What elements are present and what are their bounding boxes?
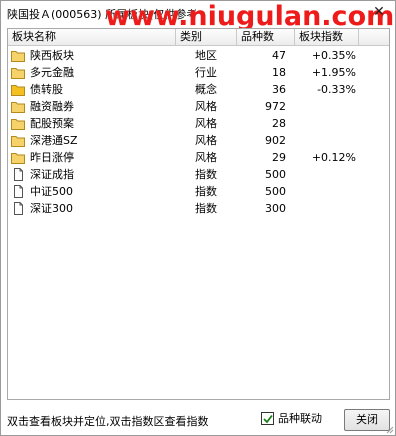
table-row[interactable]: 多元金融 行业 18 +1.95% [8, 64, 389, 81]
sector-count: 18 [272, 66, 286, 79]
folder-filled-icon [11, 83, 25, 96]
close-icon[interactable]: ✕ [371, 4, 387, 20]
sector-index [308, 115, 356, 132]
folder-icon [11, 117, 25, 130]
sector-count: 972 [265, 100, 286, 113]
table-row[interactable]: 配股预案 风格 28 [8, 115, 389, 132]
sector-name: 陕西板块 [30, 49, 74, 62]
sector-name: 深港通SZ [30, 134, 78, 147]
column-header-category[interactable]: 类别 [176, 29, 237, 46]
document-icon [11, 168, 25, 181]
sector-index: +1.95% [311, 66, 356, 79]
list-header: 板块名称 类别 品种数 板块指数 [8, 29, 389, 46]
resize-grip-icon[interactable] [384, 424, 394, 434]
sector-index [308, 98, 356, 115]
document-icon [11, 202, 25, 215]
title-bar: 陕国投Ａ(000563) 所属板块(仅供参考 www.niugulan.com … [1, 1, 395, 32]
sector-index [308, 200, 356, 217]
sector-count: 902 [265, 134, 286, 147]
sector-category: 行业 [195, 66, 217, 79]
sector-name: 多元金融 [30, 66, 74, 79]
sector-index [308, 183, 356, 200]
sector-count: 28 [272, 117, 286, 130]
table-row[interactable]: 融资融券 风格 972 [8, 98, 389, 115]
table-row[interactable]: 中证500 指数 500 [8, 183, 389, 200]
hint-text: 双击查看板块并定位,双击指数区查看指数 [7, 415, 209, 428]
sector-count: 300 [265, 202, 286, 215]
document-icon [11, 185, 25, 198]
sector-category: 概念 [195, 83, 217, 96]
sector-category: 指数 [195, 185, 217, 198]
sector-category: 地区 [195, 49, 217, 62]
sector-category: 风格 [195, 151, 217, 164]
folder-icon [11, 66, 25, 79]
checkmark-icon [263, 414, 273, 424]
column-header-name[interactable]: 板块名称 [8, 29, 176, 46]
sector-name: 配股预案 [30, 117, 74, 130]
sector-name: 融资融券 [30, 100, 74, 113]
sector-list[interactable]: 板块名称 类别 品种数 板块指数 陕西板块 地区 47 +0.35% 多元金融 行业 18 +… [7, 28, 390, 400]
sector-name: 深证300 [30, 202, 73, 215]
sector-count: 29 [272, 151, 286, 164]
sector-index: -0.33% [317, 83, 356, 96]
table-row[interactable]: 债转股 概念 36 -0.33% [8, 81, 389, 98]
sector-category: 风格 [195, 100, 217, 113]
sector-category: 指数 [195, 168, 217, 181]
column-header-index[interactable]: 板块指数 [295, 29, 359, 46]
sector-index: +0.12% [311, 151, 356, 164]
sector-category: 风格 [195, 134, 217, 147]
table-row[interactable]: 深证300 指数 300 [8, 200, 389, 217]
table-row[interactable]: 深港通SZ 风格 902 [8, 132, 389, 149]
folder-icon [11, 49, 25, 62]
sector-name: 债转股 [30, 83, 63, 96]
linkage-checkbox[interactable] [261, 412, 274, 425]
table-row[interactable]: 深证成指 指数 500 [8, 166, 389, 183]
sector-index: +0.35% [311, 49, 356, 62]
sector-count: 47 [272, 49, 286, 62]
table-row[interactable]: 昨日涨停 风格 29 +0.12% [8, 149, 389, 166]
table-row[interactable]: 陕西板块 地区 47 +0.35% [8, 47, 389, 64]
sector-count: 500 [265, 185, 286, 198]
folder-icon [11, 151, 25, 164]
folder-icon [11, 100, 25, 113]
sector-count: 500 [265, 168, 286, 181]
folder-icon [11, 134, 25, 147]
sector-name: 中证500 [30, 185, 73, 198]
linkage-label: 品种联动 [278, 412, 322, 425]
sector-category: 风格 [195, 117, 217, 130]
sector-index [308, 132, 356, 149]
sector-dialog: 陕国投Ａ(000563) 所属板块(仅供参考 www.niugulan.com … [0, 0, 396, 436]
sector-index [308, 166, 356, 183]
sector-count: 36 [272, 83, 286, 96]
sector-name: 深证成指 [30, 168, 74, 181]
sector-category: 指数 [195, 202, 217, 215]
sector-name: 昨日涨停 [30, 151, 74, 164]
column-header-count[interactable]: 品种数 [237, 29, 295, 46]
